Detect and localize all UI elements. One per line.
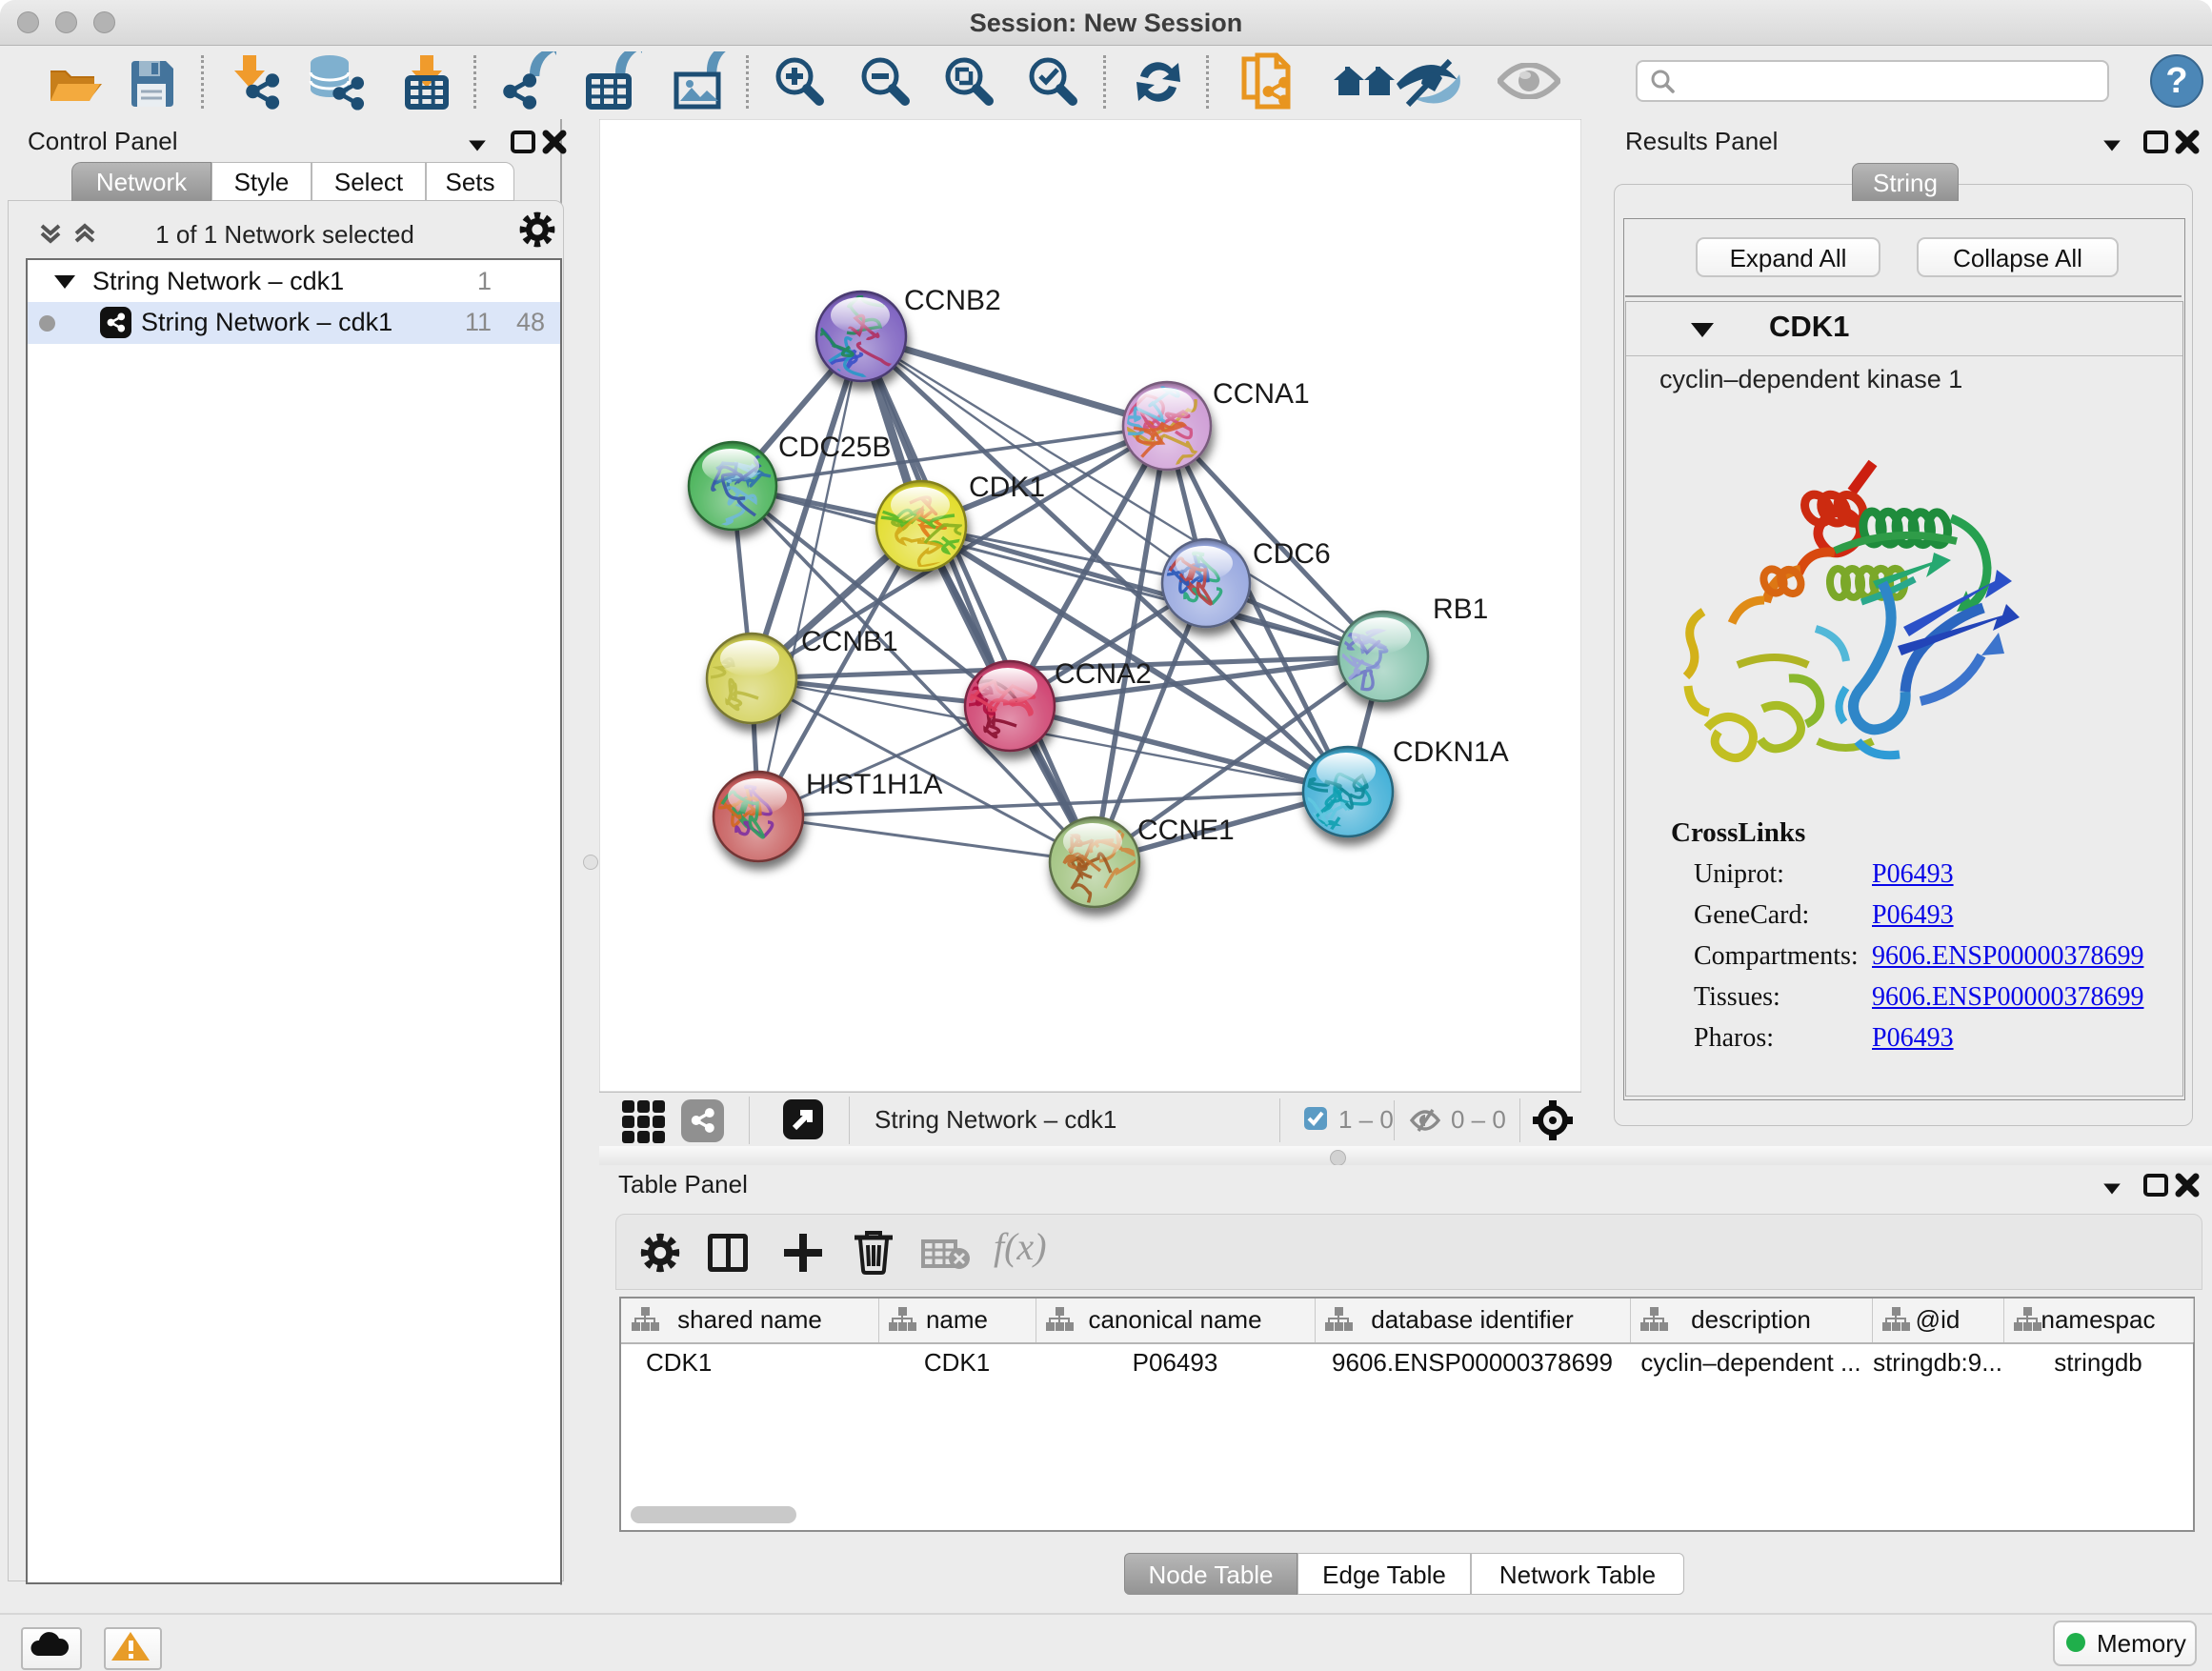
svg-text:RB1: RB1 xyxy=(1433,594,1488,625)
svg-text:CCNB1: CCNB1 xyxy=(801,626,898,657)
svg-text:CDK1: CDK1 xyxy=(969,472,1045,503)
svg-text:CDC6: CDC6 xyxy=(1253,538,1331,570)
svg-text:CCNB2: CCNB2 xyxy=(904,285,1001,316)
svg-text:CCNA1: CCNA1 xyxy=(1213,378,1310,410)
svg-text:CCNE1: CCNE1 xyxy=(1137,815,1235,846)
svg-text:CCNA2: CCNA2 xyxy=(1055,658,1152,690)
svg-text:HIST1H1A: HIST1H1A xyxy=(806,769,942,800)
svg-text:?: ? xyxy=(2165,61,2187,101)
svg-text:CDC25B: CDC25B xyxy=(778,432,891,463)
svg-text:CDKN1A: CDKN1A xyxy=(1393,736,1509,768)
